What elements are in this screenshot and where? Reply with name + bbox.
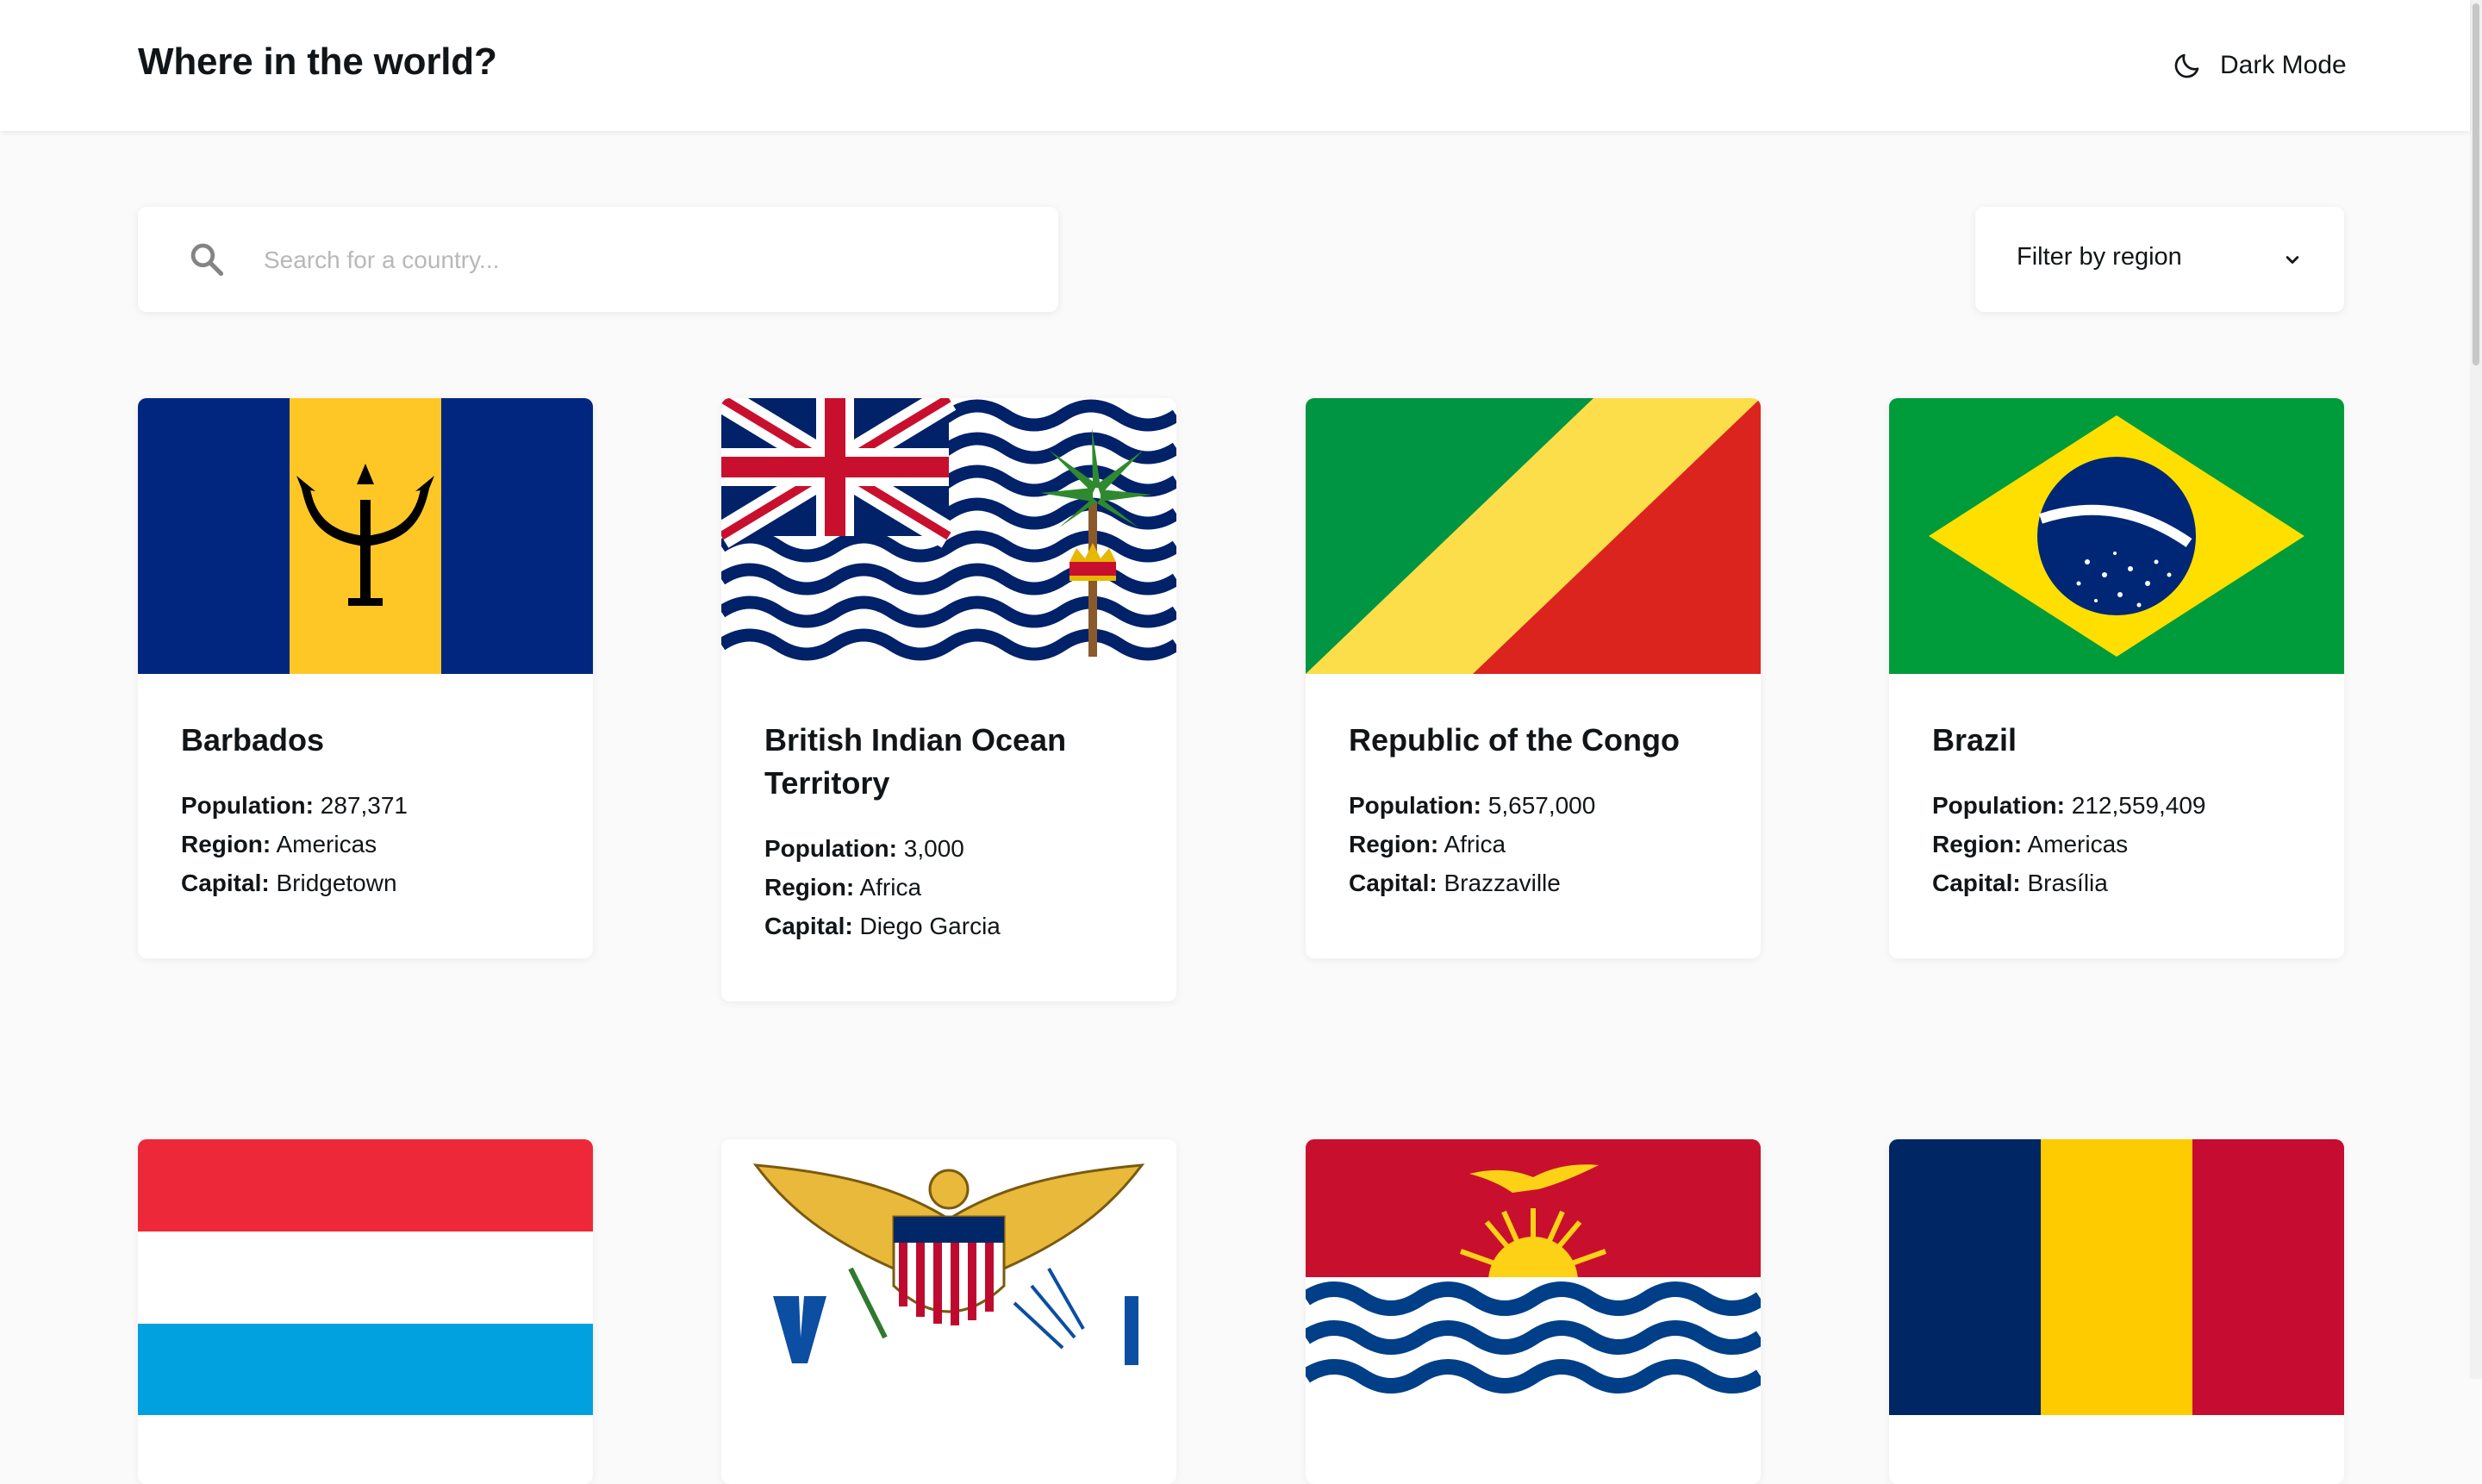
capital-value: Brasília: [2027, 870, 2108, 896]
search-icon: [190, 243, 224, 277]
country-name: Brazil: [1932, 722, 2017, 758]
population-value: 287,371: [320, 792, 408, 819]
country-card[interactable]: British Indian Ocean Territory Populatio…: [721, 398, 1176, 1001]
population-value: 5,657,000: [1487, 792, 1596, 819]
region-value: Africa: [859, 874, 922, 901]
page-scrollbar[interactable]: [2470, 0, 2482, 1379]
region-value: Americas: [276, 831, 377, 857]
barbados-flag: [138, 398, 593, 674]
region-row: Region: Africa: [764, 874, 922, 901]
kiribati-flag: [1306, 1139, 1761, 1415]
capital-row: Capital: Brazzaville: [1349, 870, 1561, 896]
country-name: Barbados: [181, 722, 325, 758]
country-card[interactable]: Barbados Population: 287,371 Region: Ame…: [138, 398, 593, 958]
chevron-down-icon: [2286, 256, 2299, 264]
capital-row: Capital: Brasília: [1932, 870, 2108, 896]
app-title: Where in the world?: [138, 41, 497, 83]
us-virgin-islands-flag: [721, 1139, 1176, 1415]
luxembourg-flag: [138, 1139, 593, 1415]
region-row: Region: Africa: [1349, 831, 1506, 857]
country-name: British Indian Ocean Territory: [764, 722, 1067, 801]
moon-icon: [2174, 53, 2199, 78]
country-card[interactable]: [1889, 1139, 2344, 1484]
chad-flag: [1889, 1139, 2344, 1415]
site-header: Where in the world? Dark Mode: [0, 0, 2470, 131]
region-filter-label: Filter by region: [2017, 243, 2182, 271]
country-card[interactable]: Brazil Population: 212,559,409 Region: A…: [1889, 398, 2344, 958]
capital-row: Capital: Bridgetown: [181, 870, 397, 896]
search-box[interactable]: [138, 207, 1058, 314]
scrollbar-thumb[interactable]: [2473, 3, 2479, 365]
capital-value: Bridgetown: [276, 870, 397, 896]
population-row: Population: 5,657,000: [1349, 792, 1596, 819]
brazil-flag: [1889, 398, 2344, 674]
capital-row: Capital: Diego Garcia: [764, 913, 1001, 939]
country-card[interactable]: [721, 1139, 1176, 1484]
search-input[interactable]: [262, 207, 1024, 314]
british-indian-ocean-territory-flag: [721, 398, 1176, 674]
region-row: Region: Americas: [1932, 831, 2129, 857]
dark-mode-label: Dark Mode: [2220, 51, 2347, 79]
dark-mode-toggle[interactable]: Dark Mode: [2172, 47, 2347, 84]
capital-value: Diego Garcia: [859, 913, 1001, 939]
capital-value: Brazzaville: [1444, 870, 1561, 896]
region-row: Region: Americas: [181, 831, 377, 857]
region-filter-dropdown[interactable]: Filter by region: [1975, 207, 2344, 312]
population-row: Population: 287,371: [181, 792, 408, 819]
country-card[interactable]: [138, 1139, 593, 1484]
population-row: Population: 3,000: [764, 835, 964, 862]
country-name: Republic of the Congo: [1349, 722, 1680, 758]
region-value: Africa: [1444, 831, 1506, 857]
republic-of-the-congo-flag: [1306, 398, 1761, 674]
country-card[interactable]: [1306, 1139, 1761, 1484]
region-value: Americas: [2027, 831, 2129, 857]
population-value: 212,559,409: [2071, 792, 2206, 819]
country-card[interactable]: Republic of the Congo Population: 5,657,…: [1306, 398, 1761, 958]
population-row: Population: 212,559,409: [1932, 792, 2206, 819]
population-value: 3,000: [903, 835, 964, 862]
